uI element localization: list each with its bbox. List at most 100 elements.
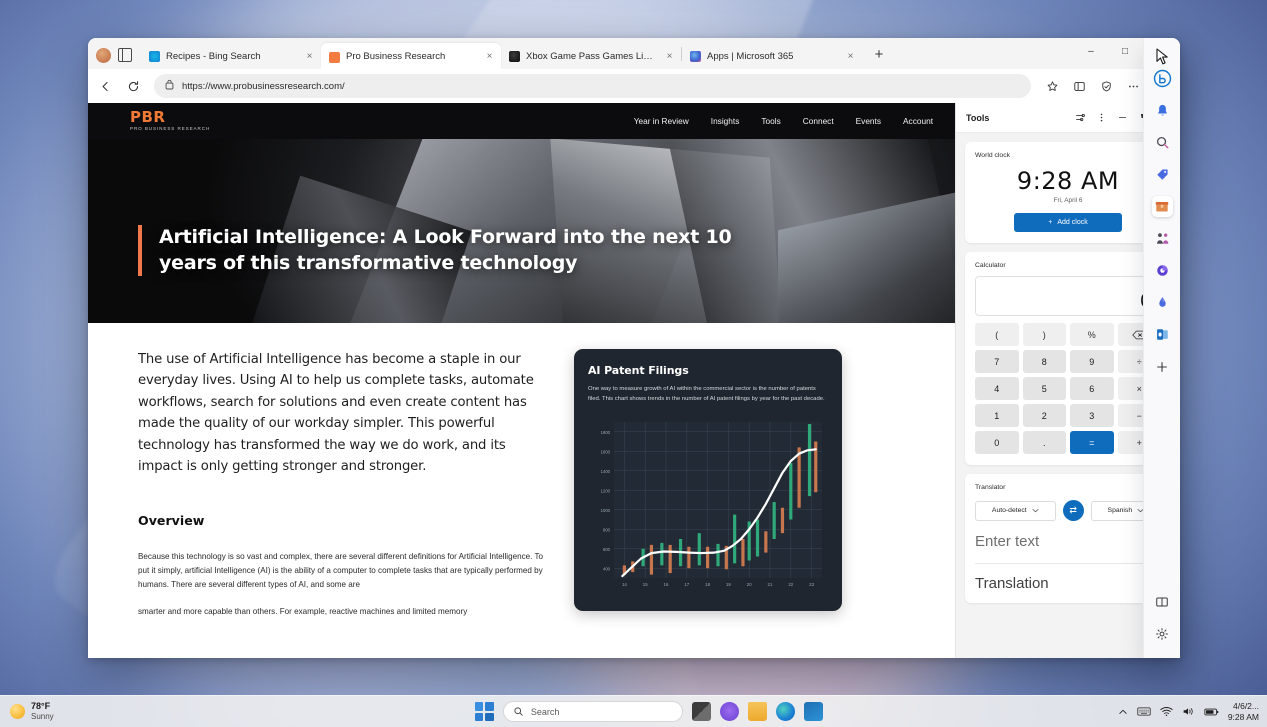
sidebar-item-add-tool-icon[interactable] (1152, 356, 1173, 377)
tab-close-icon[interactable]: × (303, 50, 316, 63)
nav-item-tools[interactable]: Tools (761, 116, 780, 126)
tab-label: Xbox Game Pass Games Library (526, 51, 657, 62)
svg-text:600: 600 (603, 547, 611, 552)
show-hidden-icons-chevron[interactable] (1118, 707, 1128, 717)
sidebar-item-outlook-icon[interactable] (1152, 324, 1173, 345)
calc-key-0[interactable]: 0 (975, 431, 1019, 454)
chart-title: AI Patent Filings (588, 364, 828, 377)
article-lead-paragraph: The use of Artificial Intelligence has b… (138, 349, 548, 477)
add-clock-button[interactable]: + Add clock (1014, 213, 1122, 232)
nav-item-events[interactable]: Events (856, 116, 881, 126)
svg-text:800: 800 (603, 528, 611, 533)
tab-recipes-bing-search[interactable]: Recipes - Bing Search × (141, 43, 321, 69)
sidebar-item-drop-icon[interactable] (1152, 292, 1173, 313)
nav-item-year-in-review[interactable]: Year in Review (634, 116, 689, 126)
tab-strip: Recipes - Bing Search × Pro Business Res… (88, 38, 1180, 69)
nav-item-connect[interactable]: Connect (803, 116, 834, 126)
calc-key-percent[interactable]: % (1070, 323, 1114, 346)
taskbar-file-explorer-button[interactable] (748, 702, 767, 721)
section-heading-overview: Overview (138, 513, 548, 528)
translator-header: Translator (975, 483, 1161, 492)
edge-browser-window: Recipes - Bing Search × Pro Business Res… (88, 38, 1180, 658)
tab-xbox-game-pass-games-library[interactable]: Xbox Game Pass Games Library × (501, 43, 681, 69)
swap-languages-button[interactable]: ⇄ (1063, 500, 1084, 521)
svg-text:20: 20 (747, 582, 752, 587)
world-clock-header: World clock (975, 151, 1161, 160)
calc-key-8[interactable]: 8 (1023, 350, 1067, 373)
svg-text:23: 23 (809, 582, 814, 587)
window-maximize-button[interactable]: □ (1108, 38, 1142, 65)
taskbar-store-button[interactable] (804, 702, 823, 721)
taskbar-weather-widget[interactable]: 78°F Sunny (0, 701, 180, 722)
sidebar-item-split-screen-icon[interactable] (1152, 591, 1173, 612)
taskbar-edge-button[interactable] (776, 702, 795, 721)
calc-key-open-paren[interactable]: ( (975, 323, 1019, 346)
svg-text:17: 17 (684, 582, 689, 587)
nav-item-account[interactable]: Account (903, 116, 933, 126)
calc-key-decimal[interactable]: . (1023, 431, 1067, 454)
tab-close-icon[interactable]: × (663, 50, 676, 63)
mouse-cursor-icon (1156, 48, 1170, 66)
site-info-icon[interactable] (165, 79, 174, 93)
address-bar[interactable]: https://www.probusinessresearch.com/ (154, 74, 1031, 98)
wifi-icon[interactable] (1160, 706, 1173, 717)
search-icon (513, 706, 524, 717)
taskbar-search-box[interactable]: Search (503, 701, 683, 722)
taskbar-clock[interactable]: 4/6/2... 9:28 AM (1228, 701, 1259, 722)
translator-card: Translator Auto-detect ⇄ Spanish (965, 474, 1171, 603)
keyboard-icon[interactable] (1137, 706, 1151, 717)
taskbar-clock-date: 4/6/2... (1228, 701, 1259, 712)
translator-language-row: Auto-detect ⇄ Spanish (975, 500, 1161, 521)
customize-icon[interactable] (1071, 109, 1089, 127)
calc-key-2[interactable]: 2 (1023, 404, 1067, 427)
tab-label: Pro Business Research (346, 51, 477, 62)
source-language-value: Auto-detect (992, 507, 1027, 514)
minimize-icon[interactable] (1113, 109, 1131, 127)
sidebar-item-copilot-icon[interactable] (1152, 68, 1173, 89)
taskbar-widgets-button[interactable] (692, 702, 711, 721)
calc-key-equals[interactable]: = (1070, 431, 1114, 454)
calculator-label: Calculator (975, 262, 1006, 269)
browser-essentials-icon[interactable] (1093, 73, 1119, 99)
calc-key-3[interactable]: 3 (1070, 404, 1114, 427)
svg-text:22: 22 (788, 582, 793, 587)
calc-key-6[interactable]: 6 (1070, 377, 1114, 400)
sidebar-item-office-icon[interactable] (1152, 260, 1173, 281)
profile-avatar[interactable] (96, 48, 111, 63)
calc-key-7[interactable]: 7 (975, 350, 1019, 373)
source-language-select[interactable]: Auto-detect (975, 501, 1056, 521)
sidebar-item-tools-icon[interactable] (1152, 196, 1173, 217)
start-button[interactable] (475, 702, 494, 721)
battery-icon[interactable] (1204, 707, 1219, 717)
calculator-display[interactable]: 0 (975, 276, 1161, 316)
sidebar-item-games-icon[interactable] (1152, 228, 1173, 249)
tab-apps-microsoft-365[interactable]: Apps | Microsoft 365 × (682, 43, 862, 69)
calc-key-5[interactable]: 5 (1023, 377, 1067, 400)
nav-item-insights[interactable]: Insights (711, 116, 740, 126)
sidebar-item-search-icon[interactable] (1152, 132, 1173, 153)
calc-key-4[interactable]: 4 (975, 377, 1019, 400)
site-logo[interactable]: PBR PRO BUSINESS RESEARCH (130, 110, 210, 132)
sidebar-item-settings-icon[interactable] (1152, 623, 1173, 644)
collections-icon[interactable] (1066, 73, 1092, 99)
new-tab-button[interactable]: + (868, 43, 890, 65)
back-button[interactable] (92, 73, 118, 99)
tab-close-icon[interactable]: × (844, 50, 857, 63)
tab-actions-icon[interactable] (118, 48, 132, 62)
hero-headline: Artificial Intelligence: A Look Forward … (138, 225, 758, 276)
refresh-button[interactable] (120, 73, 146, 99)
translator-input[interactable]: Enter text (975, 533, 1161, 550)
sidebar-item-shopping-icon[interactable] (1152, 164, 1173, 185)
tab-pro-business-research[interactable]: Pro Business Research × (321, 43, 501, 69)
calc-key-close-paren[interactable]: ) (1023, 323, 1067, 346)
site-logo-full: PRO BUSINESS RESEARCH (130, 127, 210, 132)
calc-key-1[interactable]: 1 (975, 404, 1019, 427)
favorite-add-icon[interactable] (1039, 73, 1065, 99)
volume-icon[interactable] (1182, 706, 1195, 717)
window-minimize-button[interactable]: – (1074, 38, 1108, 65)
taskbar-chat-button[interactable] (720, 702, 739, 721)
more-options-icon[interactable] (1092, 109, 1110, 127)
tab-close-icon[interactable]: × (483, 50, 496, 63)
calc-key-9[interactable]: 9 (1070, 350, 1114, 373)
sidebar-item-notifications-icon[interactable] (1152, 100, 1173, 121)
